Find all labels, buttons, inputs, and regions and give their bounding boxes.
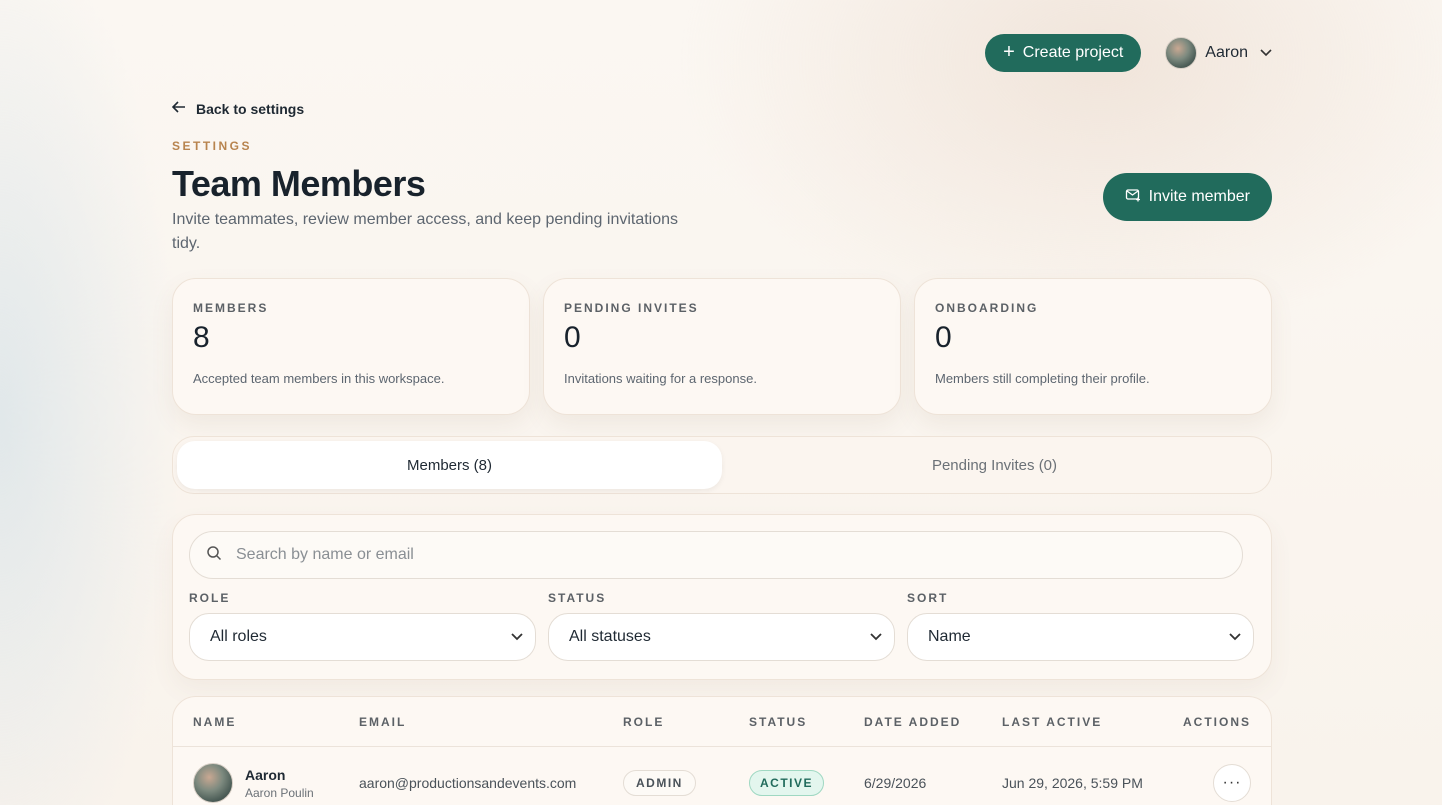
search-input[interactable] (236, 546, 1226, 564)
avatar (193, 763, 233, 803)
filters-panel: ROLE All roles STATUS All statuses (172, 514, 1272, 680)
stats-row: MEMBERS 8 Accepted team members in this … (172, 278, 1272, 415)
stat-description: Accepted team members in this workspace. (193, 371, 445, 386)
members-table: NAME EMAIL ROLE STATUS DATE ADDED LAST A… (172, 696, 1272, 805)
stat-card-pending-invites: PENDING INVITES 0 Invitations waiting fo… (543, 278, 901, 415)
column-header-status[interactable]: STATUS (749, 715, 864, 729)
plus-icon: + (1003, 41, 1015, 63)
table-header: NAME EMAIL ROLE STATUS DATE ADDED LAST A… (173, 697, 1271, 747)
chevron-down-icon (1229, 630, 1241, 644)
role-select[interactable]: All roles (189, 613, 536, 661)
stat-label: ONBOARDING (935, 301, 1039, 315)
sort-select-value: Name (928, 628, 971, 645)
member-name-cell: Aaron Aaron Poulin (193, 763, 359, 803)
role-filter: ROLE All roles (189, 591, 536, 661)
tab-pending-invites[interactable]: Pending Invites (0) (722, 441, 1267, 489)
stat-value: 8 (193, 321, 210, 354)
chevron-down-icon (1260, 46, 1272, 60)
invite-member-button[interactable]: Invite member (1102, 173, 1272, 221)
stat-card-members: MEMBERS 8 Accepted team members in this … (172, 278, 530, 415)
stat-card-onboarding: ONBOARDING 0 Members still completing th… (914, 278, 1272, 415)
column-header-date-added[interactable]: DATE ADDED (864, 715, 1002, 729)
role-filter-label: ROLE (189, 591, 231, 605)
column-header-actions: ACTIONS (1183, 714, 1251, 729)
mail-plus-icon (1125, 187, 1141, 208)
role-select-value: All roles (210, 628, 267, 645)
page-subtitle: Invite teammates, review member access, … (172, 211, 679, 252)
invite-member-label: Invite member (1148, 188, 1250, 205)
chevron-down-icon (870, 630, 882, 644)
table-row[interactable]: Aaron Aaron Poulin aaron@productionsande… (173, 747, 1271, 805)
stat-label: PENDING INVITES (564, 301, 699, 315)
eyebrow: SETTINGS (172, 139, 253, 153)
user-name: Aaron (1205, 44, 1248, 61)
user-menu[interactable]: Aaron (1165, 37, 1272, 69)
status-badge: ACTIVE (749, 770, 825, 796)
create-project-label: Create project (1022, 44, 1124, 61)
filter-row: ROLE All roles STATUS All statuses SORT … (189, 591, 1255, 661)
status-select-value: All statuses (569, 628, 651, 645)
search-icon (206, 545, 222, 566)
column-header-email[interactable]: EMAIL (359, 715, 623, 729)
back-label: Back to settings (196, 100, 305, 117)
member-actions-cell: ··· (1172, 764, 1251, 802)
sort-filter-label: SORT (907, 591, 949, 605)
arrow-left-icon (171, 100, 186, 117)
stat-description: Members still completing their profile. (935, 371, 1150, 386)
search-box (189, 531, 1243, 579)
status-filter: STATUS All statuses (548, 591, 895, 661)
column-header-last-active[interactable]: LAST ACTIVE (1002, 715, 1172, 729)
create-project-button[interactable]: + Create project (985, 34, 1142, 72)
sort-select[interactable]: Name (907, 613, 1254, 661)
status-filter-label: STATUS (548, 591, 607, 605)
member-status-cell: ACTIVE (749, 770, 864, 796)
back-to-settings-link[interactable]: Back to settings (171, 100, 305, 117)
role-badge: ADMIN (623, 770, 696, 796)
more-actions-button[interactable]: ··· (1213, 764, 1251, 802)
status-select[interactable]: All statuses (548, 613, 895, 661)
stat-label: MEMBERS (193, 301, 269, 315)
avatar (1165, 37, 1198, 69)
tab-bar: Members (8) Pending Invites (0) (172, 436, 1272, 494)
tab-members[interactable]: Members (8) (177, 441, 722, 489)
member-last-active: Jun 29, 2026, 5:59 PM (1002, 775, 1143, 791)
member-role-cell: ADMIN (623, 770, 749, 796)
member-full-name: Aaron Poulin (245, 785, 314, 800)
stat-value: 0 (564, 321, 581, 354)
more-horizontal-icon: ··· (1222, 774, 1242, 791)
member-date-added: 6/29/2026 (864, 775, 927, 791)
column-header-name[interactable]: NAME (193, 715, 359, 729)
stat-description: Invitations waiting for a response. (564, 371, 757, 386)
member-email: aaron@productionsandevents.com (359, 775, 577, 791)
column-header-role[interactable]: ROLE (623, 715, 749, 729)
top-bar: + Create project Aaron (985, 34, 1272, 72)
stat-value: 0 (935, 321, 952, 354)
chevron-down-icon (511, 630, 523, 644)
member-name: Aaron (245, 766, 286, 783)
page-title: Team Members (172, 163, 426, 204)
sort-filter: SORT Name (907, 591, 1254, 661)
